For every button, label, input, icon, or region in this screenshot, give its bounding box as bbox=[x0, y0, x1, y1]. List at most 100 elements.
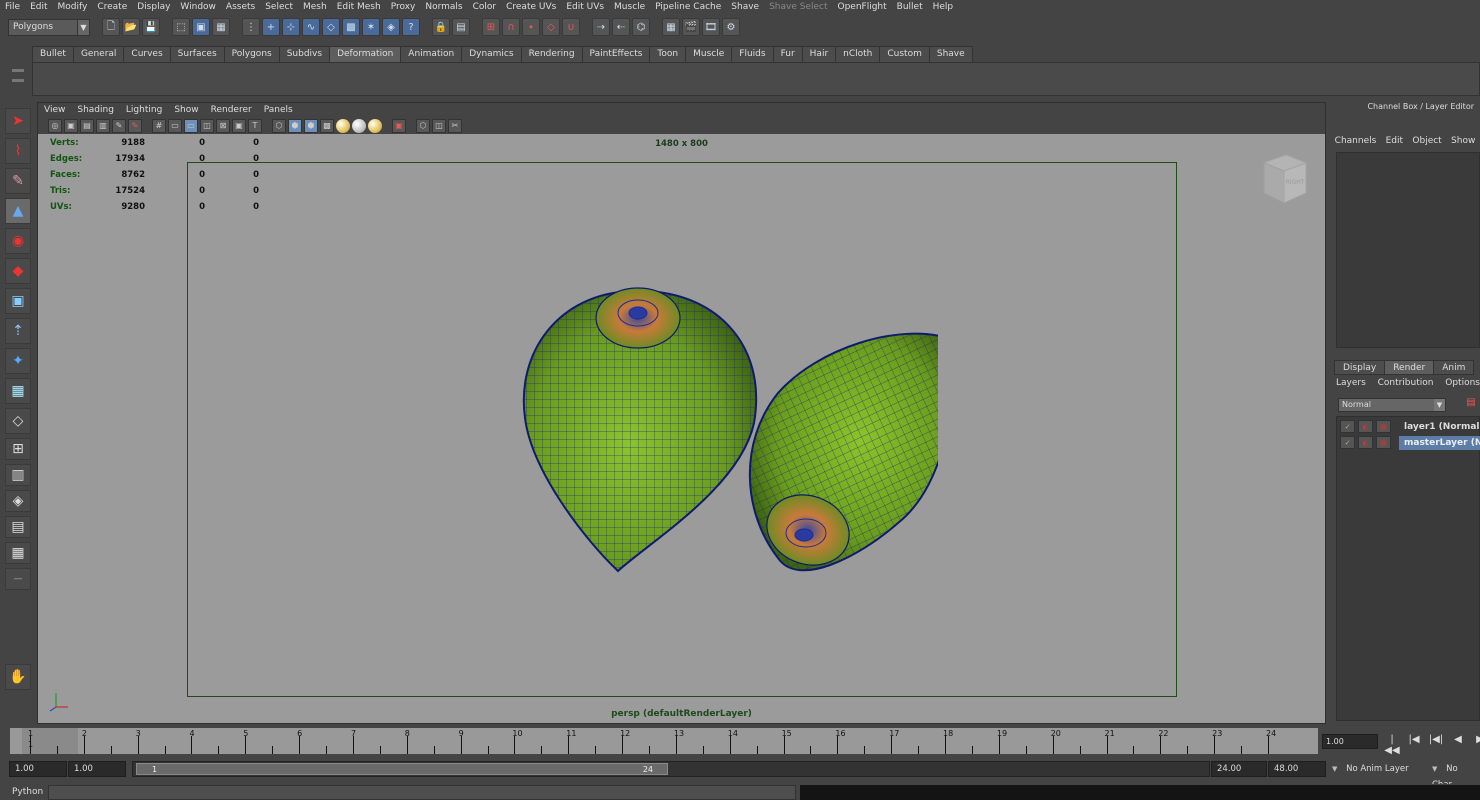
ipr-render-icon[interactable]: 🎞 bbox=[702, 18, 720, 36]
panel-menu-shading[interactable]: Shading bbox=[71, 105, 120, 115]
render-view-icon[interactable]: ▦ bbox=[662, 18, 680, 36]
layer-tab-anim[interactable]: Anim bbox=[1433, 360, 1475, 375]
layer-row[interactable]: ✓ ◐ ▦ layer1 (Normal) bbox=[1337, 419, 1480, 434]
paint-select-tool-icon[interactable]: ✎ bbox=[5, 168, 31, 194]
construction-history-icon[interactable]: ⌬ bbox=[632, 18, 650, 36]
shelf-tab-deformation[interactable]: Deformation bbox=[329, 46, 402, 62]
left-fruit-mesh[interactable] bbox=[522, 287, 758, 578]
four-view-layout-icon[interactable]: ⊞ bbox=[5, 438, 31, 460]
menu-item[interactable]: Modify bbox=[53, 2, 93, 12]
playback-button-icon[interactable]: |◀ bbox=[1405, 734, 1423, 756]
scene-mesh[interactable] bbox=[478, 283, 938, 583]
grease-pencil-icon[interactable]: ✎ bbox=[128, 118, 142, 133]
playback-button-icon[interactable]: ◀ bbox=[1449, 734, 1467, 756]
shelf-tab-ncloth[interactable]: nCloth bbox=[835, 46, 881, 62]
rotate-tool-icon[interactable]: ◉ bbox=[5, 228, 31, 254]
select-joints-icon[interactable]: ⊹ bbox=[282, 18, 300, 36]
shelf-tab-rendering[interactable]: Rendering bbox=[520, 46, 583, 62]
shelf-tab-polygons[interactable]: Polygons bbox=[223, 46, 280, 62]
menu-item[interactable]: Normals bbox=[420, 2, 467, 12]
textured-icon[interactable]: ▩ bbox=[320, 118, 334, 133]
shelf-tab-hair[interactable]: Hair bbox=[801, 46, 837, 62]
menu-item[interactable]: Proxy bbox=[386, 2, 421, 12]
grid-icon[interactable]: # bbox=[152, 118, 166, 133]
render-settings-icon[interactable]: ▦ bbox=[1376, 420, 1391, 433]
snap-view-plane-icon[interactable]: ◇ bbox=[542, 18, 560, 36]
channel-box-menu-show[interactable]: Show bbox=[1451, 136, 1475, 146]
command-language-toggle[interactable]: Python bbox=[12, 784, 43, 800]
render-settings-icon[interactable]: ⚙ bbox=[722, 18, 740, 36]
menu-item[interactable]: Shave Select bbox=[764, 2, 832, 12]
select-curves-icon[interactable]: ∿ bbox=[302, 18, 320, 36]
menu-item[interactable]: Muscle bbox=[609, 2, 650, 12]
safe-title-icon[interactable]: T bbox=[248, 118, 262, 133]
soft-modification-icon[interactable]: ⇡ bbox=[5, 318, 31, 344]
menu-item[interactable]: Display bbox=[132, 2, 175, 12]
last-tool-icon[interactable]: ▦ bbox=[5, 378, 31, 404]
lock-selection-icon[interactable]: 🔒 bbox=[432, 18, 450, 36]
layer-tab-display[interactable]: Display bbox=[1334, 360, 1386, 375]
select-object-icon[interactable]: ▣ bbox=[192, 18, 210, 36]
lasso-tool-icon[interactable]: ⌇ bbox=[5, 138, 31, 164]
panel-menu-view[interactable]: View bbox=[38, 105, 71, 115]
snap-point-icon[interactable]: ∙ bbox=[522, 18, 540, 36]
use-all-lights-icon[interactable] bbox=[336, 118, 350, 133]
panel-menu-renderer[interactable]: Renderer bbox=[205, 105, 258, 115]
menu-item[interactable]: Create UVs bbox=[501, 2, 561, 12]
select-camera-icon[interactable]: ◎ bbox=[48, 118, 62, 133]
playback-start-field[interactable]: 1.00 bbox=[68, 761, 126, 777]
outliner-graph-layout-icon[interactable]: ▦ bbox=[5, 542, 31, 564]
scale-tool-icon[interactable]: ◆ bbox=[5, 258, 31, 284]
playback-button-icon[interactable]: ▶ bbox=[1471, 734, 1480, 756]
quick-layout-icon[interactable]: ✋ bbox=[5, 664, 31, 690]
isolate-select-icon[interactable]: ▣ bbox=[392, 118, 406, 133]
layer-tab-render[interactable]: Render bbox=[1384, 360, 1435, 375]
camera-attributes-icon[interactable]: ▣ bbox=[64, 118, 78, 133]
shelf-tab-animation[interactable]: Animation bbox=[400, 46, 463, 62]
channel-box-menu-channels[interactable]: Channels bbox=[1335, 136, 1377, 146]
single-perspective-layout-icon[interactable]: ◇ bbox=[5, 408, 31, 434]
select-hierarchy-icon[interactable]: ⬚ bbox=[172, 18, 190, 36]
render-current-frame-icon[interactable]: 🎬 bbox=[682, 18, 700, 36]
xray-icon[interactable]: ⬡ bbox=[416, 118, 430, 133]
menu-item[interactable]: Edit UVs bbox=[561, 2, 609, 12]
menu-item[interactable]: Window bbox=[175, 2, 221, 12]
show-manipulator-icon[interactable]: ✦ bbox=[5, 348, 31, 374]
persp-outliner-layout-icon[interactable]: ▥ bbox=[5, 464, 31, 486]
layer-menu-contribution[interactable]: Contribution bbox=[1378, 378, 1434, 388]
select-component-icon[interactable]: ▦ bbox=[212, 18, 230, 36]
playback-button-icon[interactable]: |◀| bbox=[1427, 734, 1445, 756]
image-plane-icon[interactable]: ▥ bbox=[96, 118, 110, 133]
menu-item[interactable]: Shave bbox=[726, 2, 764, 12]
shelf-tab-custom[interactable]: Custom bbox=[879, 46, 930, 62]
film-gate-icon[interactable]: ▭ bbox=[168, 118, 182, 133]
viewport-panel[interactable]: View Shading Lighting Show Renderer Panels ◎ … bbox=[37, 102, 1326, 724]
menu-set-dropdown[interactable]: Polygons ▼ bbox=[8, 18, 90, 36]
render-toggle-icon[interactable]: ✓ bbox=[1340, 420, 1355, 433]
shelf-tab-surfaces[interactable]: Surfaces bbox=[169, 46, 225, 62]
select-dynamics-icon[interactable]: ✶ bbox=[362, 18, 380, 36]
highlight-selection-icon[interactable]: ▤ bbox=[452, 18, 470, 36]
smooth-shade-icon[interactable]: ⬢ bbox=[288, 118, 302, 133]
wireframe-icon[interactable]: ⬡ bbox=[272, 118, 286, 133]
range-slider-handle[interactable]: 1 24 bbox=[136, 763, 668, 775]
menu-item[interactable]: Create bbox=[92, 2, 132, 12]
filter-icon[interactable]: ⋮ bbox=[242, 18, 260, 36]
panel-menu-lighting[interactable]: Lighting bbox=[120, 105, 168, 115]
menu-item[interactable]: Select bbox=[260, 2, 298, 12]
layout-options-icon[interactable]: — bbox=[5, 568, 31, 590]
panel-menu-show[interactable]: Show bbox=[168, 105, 204, 115]
2d-pan-zoom-icon[interactable]: ✎ bbox=[112, 118, 126, 133]
select-misc-icon[interactable]: ? bbox=[402, 18, 420, 36]
new-scene-icon[interactable]: 🗋 bbox=[102, 18, 120, 36]
shelf-tab-fur[interactable]: Fur bbox=[772, 46, 803, 62]
shelf-tab-toon[interactable]: Toon bbox=[649, 46, 687, 62]
menu-item[interactable]: Help bbox=[928, 2, 959, 12]
layer-row[interactable]: ✓ ◐ ▦ masterLayer (N bbox=[1337, 435, 1480, 450]
select-deformations-icon[interactable]: ▩ bbox=[342, 18, 360, 36]
menu-item[interactable]: Bullet bbox=[892, 2, 928, 12]
playback-button-icon[interactable]: |◀◀ bbox=[1383, 734, 1401, 756]
open-scene-icon[interactable]: 📂 bbox=[122, 18, 140, 36]
snap-grid-icon[interactable]: ⊞ bbox=[482, 18, 500, 36]
shelf-tab-curves[interactable]: Curves bbox=[123, 46, 171, 62]
